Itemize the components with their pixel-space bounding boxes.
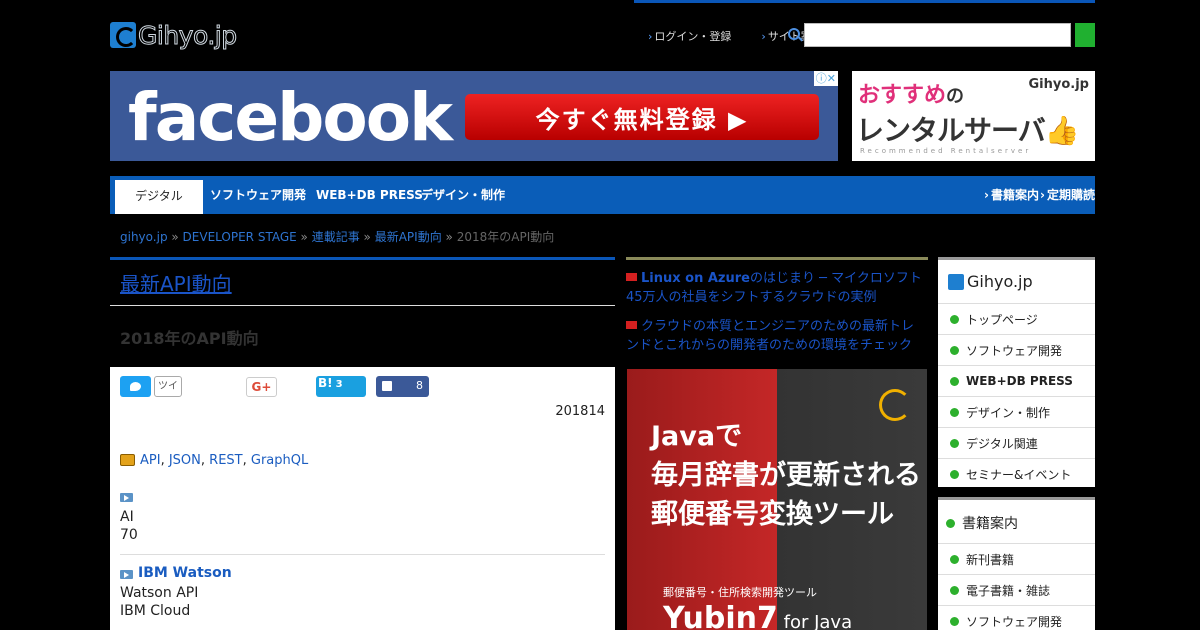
sidebar-item-new-books[interactable]: 新刊書籍 [938, 543, 1095, 574]
sidebar-books-menu: 書籍案内 新刊書籍 電子書籍・雑誌 ソフトウェア開発 [938, 497, 1095, 630]
main-nav: デジタル ソフトウェア開発 WEB+DB PRESS デザイン・制作 書籍案内 … [110, 176, 1095, 214]
series-divider [110, 305, 615, 306]
top-accent-bar [634, 0, 1095, 3]
google-plus-share-button[interactable]: G+ [246, 377, 277, 397]
sidebar-item-software-dev[interactable]: ソフトウェア開発 [938, 334, 1095, 365]
breadcrumb-series[interactable]: 連載記事 [312, 230, 360, 244]
rental-banner-logo: Gihyo.jp [1028, 77, 1090, 92]
bullet-icon [950, 345, 959, 355]
flag-icon [626, 273, 637, 281]
section-divider [120, 554, 605, 555]
search-input[interactable] [804, 23, 1071, 47]
tag-json[interactable]: JSON [169, 453, 201, 468]
ad-choices-icon[interactable]: ⓘ✕ [813, 71, 838, 86]
tab-design[interactable]: デザイン・制作 [421, 176, 505, 214]
bullet-icon [950, 407, 959, 417]
body-text-line: Watson API [120, 585, 199, 601]
bullet-icon [946, 518, 955, 528]
facebook-like-count: 8 [416, 379, 423, 392]
breadcrumb-home[interactable]: gihyo.jp [120, 230, 168, 244]
main-top-rule [110, 257, 615, 260]
facebook-like-button[interactable]: 8 [376, 376, 429, 397]
nav-subscription-link[interactable]: 定期購読 [1040, 176, 1095, 214]
tab-webdb-press[interactable]: WEB+DB PRESS [316, 176, 423, 214]
sidebar-item-ebooks[interactable]: 電子書籍・雑誌 [938, 574, 1095, 605]
breadcrumb: gihyo.jp » DEVELOPER STAGE » 連載記事 » 最新AP… [120, 230, 555, 244]
hatena-bookmark-count: 3 [335, 379, 343, 390]
tab-digital[interactable]: デジタル [115, 180, 203, 214]
java-ad-product-name: Yubin7 for Java [663, 601, 853, 630]
article-tags: API, JSON, REST, GraphQL [140, 453, 309, 468]
sidebar-item-seminar[interactable]: セミナー&イベント [938, 458, 1095, 489]
twitter-share-button[interactable] [120, 376, 151, 397]
bullet-icon [950, 438, 959, 448]
twitter-share-count[interactable]: ツイ [154, 376, 182, 397]
tag-api[interactable]: API [140, 453, 161, 468]
rental-banner-title: レンタルサーバ👍 [856, 114, 1080, 147]
search-icon [788, 28, 800, 40]
facebook-wordmark: facebook [128, 79, 453, 156]
body-text-line: AI [120, 509, 134, 525]
bullet-icon [950, 616, 959, 626]
breadcrumb-series-title[interactable]: 最新API動向 [375, 230, 442, 244]
bullet-icon [950, 469, 959, 479]
sidebar-item-digital[interactable]: デジタル関連 [938, 427, 1095, 458]
featured-article-link-2[interactable]: クラウドの本質とエンジニアのための最新トレンドとこれからの開発者のための環境をチ… [626, 317, 926, 355]
sidebar-books-heading[interactable]: 書籍案内 [946, 513, 1018, 533]
breadcrumb-current: 2018年のAPI動向 [456, 230, 555, 244]
sidebar-item-design[interactable]: デザイン・制作 [938, 396, 1095, 427]
sidebar-logo[interactable]: Gihyo.jp [948, 272, 1033, 291]
nav-books-link[interactable]: 書籍案内 [984, 176, 1039, 214]
logo-text: Gihyo.jp [138, 20, 238, 50]
body-text-line: 70 [120, 527, 138, 543]
sidebar-item-webdb-press[interactable]: WEB+DB PRESS [938, 365, 1095, 396]
section-heading-2: IBM Watson [138, 565, 232, 581]
article-title: 2018年のAPI動向 [120, 329, 259, 348]
bullet-icon [950, 314, 959, 324]
hatena-bookmark-button[interactable]: B! 3 [316, 376, 366, 397]
bullet-icon [950, 376, 959, 386]
article-body: ツイ G+ B! 3 8 201814 API, JSON, REST, Grap… [110, 367, 615, 630]
rental-server-banner-ad[interactable]: おすすめの レンタルサーバ👍 Recommended Rentalserver … [852, 71, 1095, 161]
facebook-banner-ad[interactable]: facebook 今すぐ無料登録 ▶ ⓘ✕ [110, 71, 838, 161]
yubin7-java-banner-ad[interactable]: Javaで 毎月辞書が更新される 郵便番号変換ツール 郵便番号・住所検索開発ツー… [627, 369, 927, 630]
publish-date: 201814 [555, 404, 605, 419]
java-ad-subtitle: 郵便番号・住所検索開発ツール [663, 586, 817, 599]
search-button[interactable] [1075, 23, 1095, 47]
sidebar-site-menu: Gihyo.jp トップページ ソフトウェア開発 WEB+DB PRESS デザ… [938, 257, 1095, 487]
featured-article-link-1[interactable]: Linux on Azureのはじまり ─ マイクロソフト45万人の社員をシフト… [626, 269, 926, 307]
java-ad-headline: Javaで 毎月辞書が更新される 郵便番号変換ツール [651, 421, 921, 530]
bullet-icon [950, 554, 959, 564]
logo-mark-icon [110, 22, 136, 48]
sidebar-item-top[interactable]: トップページ [938, 303, 1095, 334]
thumbs-up-icon [382, 381, 392, 391]
breadcrumb-developer-stage[interactable]: DEVELOPER STAGE [183, 230, 297, 244]
rental-banner-subtitle: Recommended Rentalserver [860, 147, 1032, 155]
bullet-icon [950, 585, 959, 595]
login-link[interactable]: ログイン・登録 [648, 28, 731, 44]
tag-icon [120, 454, 135, 466]
middle-top-rule [626, 257, 928, 260]
tab-software-dev[interactable]: ソフトウェア開発 [210, 176, 306, 214]
tag-rest[interactable]: REST [209, 453, 242, 468]
sidebar-item-books-software[interactable]: ソフトウェア開発 [938, 605, 1095, 630]
logo-mark-icon [948, 273, 964, 290]
section-play-icon [120, 570, 133, 579]
facebook-register-button[interactable]: 今すぐ無料登録 ▶ [465, 94, 819, 140]
tag-graphql[interactable]: GraphQL [251, 453, 308, 468]
section-play-icon [120, 493, 133, 502]
body-text-line: IBM Cloud [120, 603, 191, 619]
rental-banner-headline: おすすめの [858, 83, 965, 108]
site-logo[interactable]: Gihyo.jp [110, 20, 238, 50]
flag-icon [626, 321, 637, 329]
series-title-link[interactable]: 最新API動向 [120, 268, 232, 297]
